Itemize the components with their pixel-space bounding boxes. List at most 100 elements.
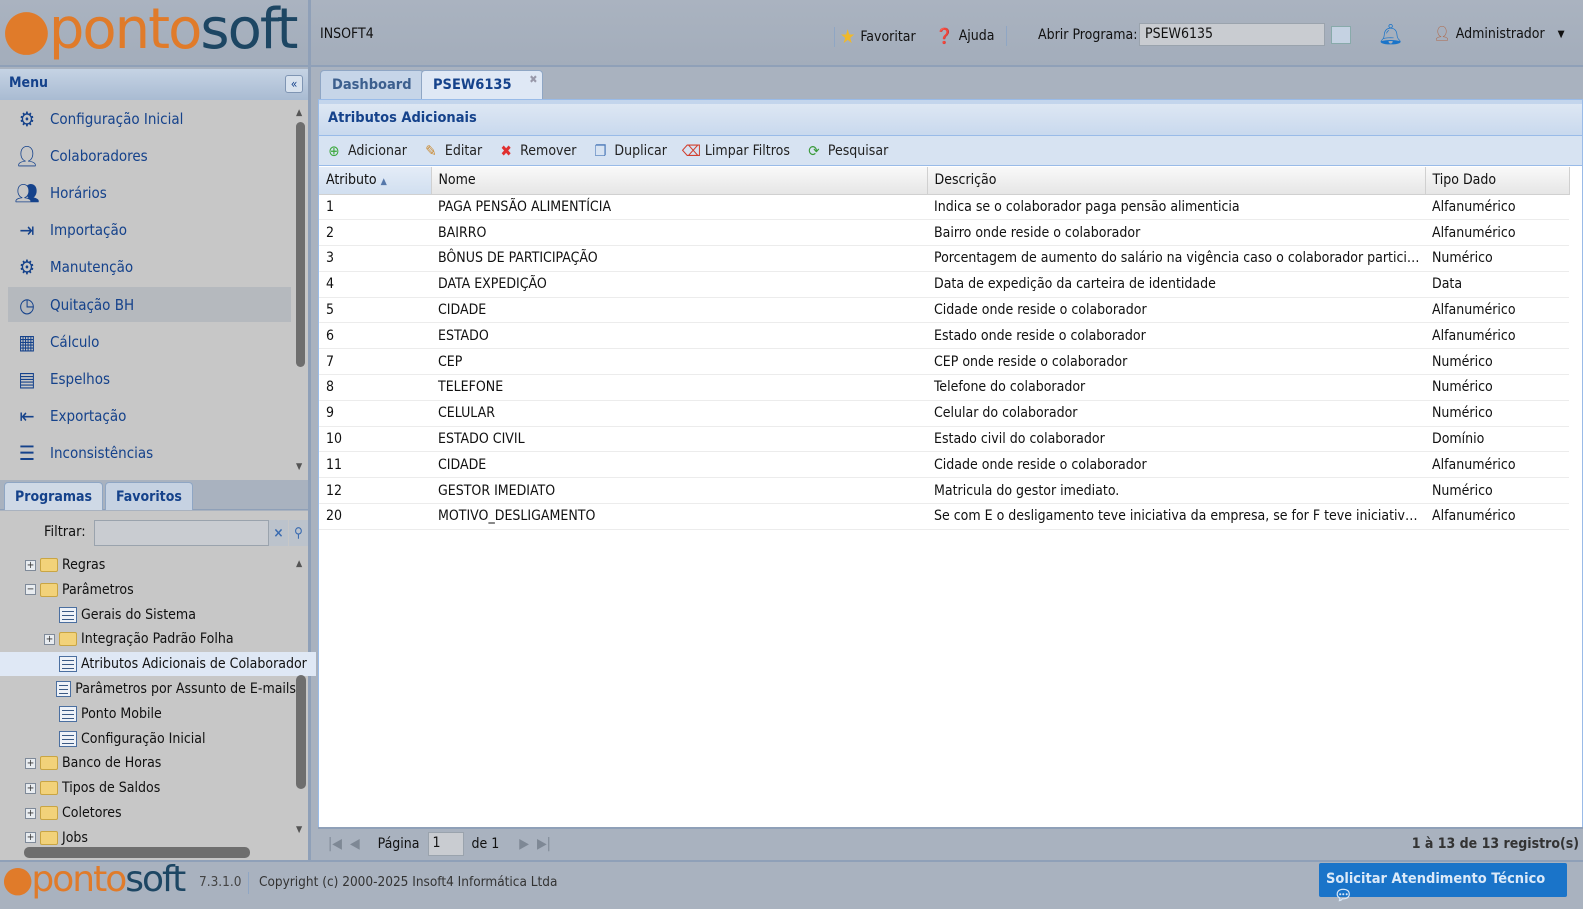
tree-item[interactable]: Atributos Adicionais de Colaborador	[0, 652, 316, 677]
expand-icon[interactable]: +	[44, 633, 55, 645]
table-row[interactable]: 2 BAIRRO Bairro onde reside o colaborador A…	[319, 219, 1569, 247]
editar-button[interactable]: ✎ Editar	[422, 142, 482, 160]
search-icon[interactable]: ⚲	[289, 520, 308, 546]
table-row[interactable]: 6 ESTADO Estado onde reside o colaborador A…	[319, 322, 1569, 350]
splitter[interactable]	[308, 0, 311, 860]
tree-scrollbar[interactable]	[296, 675, 306, 789]
solicitar-atendimento-button[interactable]: Solicitar Atendimento Técnico💬︎	[1319, 863, 1567, 904]
remover-button[interactable]: ✖ Remover	[497, 142, 577, 160]
table-cell: Cidade onde reside o colaborador	[927, 451, 1425, 479]
bell-icon[interactable]: 🔔︎	[1378, 22, 1403, 46]
tree-item[interactable]: + Coletores	[25, 801, 296, 825]
table-row[interactable]: 12 GESTOR IMEDIATO Matricula do gestor ime…	[319, 477, 1569, 505]
favoritar-button[interactable]: ★ Favoritar	[834, 26, 916, 48]
program-icon	[59, 730, 77, 747]
table-row[interactable]: 20 MOTIVO_DESLIGAMENTO Se com E o desligam…	[319, 503, 1569, 530]
tab-dashboard[interactable]: Dashboard	[320, 70, 424, 100]
user-icon: 👤︎	[14, 143, 40, 168]
export-icon: ⇤	[19, 404, 35, 429]
page-input[interactable]: 1	[427, 832, 464, 856]
table-row[interactable]: 9 CELULAR Celular do colaborador Numérico	[319, 400, 1569, 427]
ajuda-button[interactable]: ❓ Ajuda	[935, 26, 1007, 46]
duplicar-button[interactable]: ❐ Duplicar	[591, 142, 667, 160]
table-cell: 8	[319, 374, 431, 401]
clear-filter-icon[interactable]: ×	[269, 520, 288, 546]
tree-scroll-up-icon[interactable]: ▲	[296, 559, 302, 569]
table-cell: GESTOR IMEDIATO	[431, 477, 927, 505]
tab-psew6135[interactable]: PSEW6135 ✖	[421, 70, 543, 100]
table-row[interactable]: 10 ESTADO CIVIL Estado civil do colaborado…	[319, 426, 1569, 453]
table-cell: TELEFONE	[431, 374, 927, 401]
table-cell: Domínio	[1425, 426, 1569, 453]
table-row[interactable]: 1 PAGA PENSÃO ALIMENTÍCIA Indica se o cola…	[319, 194, 1569, 221]
program-tree: Filtrar: × ⚲ + Regras − Parâmetros Gerais do…	[0, 511, 316, 860]
tree-scroll-down-icon[interactable]: ▼	[296, 825, 302, 835]
table-row[interactable]: 3 BÔNUS DE PARTICIPAÇÃO Porcentagem de aum…	[319, 245, 1569, 272]
tree-item[interactable]: Configuração Inicial	[44, 727, 296, 751]
table-cell: Indica se o colaborador paga pensão alim…	[927, 194, 1425, 221]
tab-programas[interactable]: Programas	[4, 482, 103, 510]
table-row[interactable]: 8 TELEFONE Telefone do colaborador Numérico	[319, 374, 1569, 401]
tree-item[interactable]: − Parâmetros	[25, 578, 296, 602]
col-atributo[interactable]: Atributo ▲	[319, 167, 432, 195]
menu-item[interactable]: 👤︎ Colaboradores	[8, 138, 291, 173]
col-tipo-dado[interactable]: Tipo Dado	[1425, 167, 1570, 195]
table-row[interactable]: 7 CEP CEP onde reside o colaborador Numéric…	[319, 348, 1569, 376]
menu-item[interactable]: 👥︎ Horários	[8, 175, 291, 210]
menu-item[interactable]: ⇤ Exportação	[8, 399, 291, 434]
limpar-filtros-button[interactable]: ⌫ Limpar Filtros	[682, 142, 790, 160]
menu-item[interactable]: ⚙ Manutenção	[8, 250, 291, 285]
expand-icon[interactable]: +	[25, 782, 36, 794]
scroll-up-icon[interactable]: ▲	[296, 108, 302, 118]
table-cell: ESTADO CIVIL	[431, 426, 927, 453]
expand-icon[interactable]: +	[25, 807, 36, 819]
menu-item[interactable]: ▦ Cálculo	[8, 324, 291, 359]
menu-item[interactable]: ⚙ Configuração Inicial	[8, 101, 291, 136]
edit-icon: ✎	[425, 141, 437, 160]
top-header: ●pontosoft INSOFT4 ★ Favoritar ❓ Ajuda Abr…	[0, 0, 1583, 67]
abrir-programa-input[interactable]: PSEW6135	[1139, 23, 1325, 46]
tree-item[interactable]: + Integração Padrão Folha	[44, 627, 296, 651]
user-menu[interactable]: 👤︎ Administrador ▼	[1433, 26, 1565, 42]
scroll-down-icon[interactable]: ▼	[296, 462, 302, 472]
user-avatar-icon: 👤︎	[1433, 26, 1451, 42]
table-row[interactable]: 5 CIDADE Cidade onde reside o colaborador A…	[319, 297, 1569, 324]
adicionar-button[interactable]: ⊕ Adicionar	[325, 142, 407, 160]
menu-item[interactable]: ▤ Espelhos	[8, 361, 291, 396]
menu-item[interactable]: ☰ Inconsistências	[8, 436, 291, 471]
collapse-icon[interactable]: −	[25, 584, 36, 596]
tree-item[interactable]: Ponto Mobile	[44, 702, 296, 726]
tab-favoritos[interactable]: Favoritos	[105, 482, 193, 510]
filter-input[interactable]	[94, 520, 269, 546]
last-page-icon[interactable]: ▶|	[537, 836, 551, 852]
tree-item[interactable]: + Banco de Horas	[25, 751, 296, 775]
program-icon	[59, 606, 77, 623]
prev-page-icon[interactable]: ◀	[350, 836, 360, 852]
program-lookup-icon[interactable]	[1331, 26, 1351, 44]
folder-icon	[40, 781, 58, 796]
collapse-menu-button[interactable]: «	[285, 75, 303, 93]
next-page-icon[interactable]: ▶	[519, 836, 529, 852]
first-page-icon[interactable]: |◀	[328, 836, 342, 852]
expand-icon[interactable]: +	[25, 559, 36, 571]
tree-item[interactable]: Parâmetros por Assunto de E-mails	[44, 677, 296, 701]
tree-hscrollbar[interactable]	[24, 847, 250, 858]
table-cell: Cidade onde reside o colaborador	[927, 297, 1425, 324]
table-cell: CIDADE	[431, 451, 927, 479]
menu-item[interactable]: ⇥ Importação	[8, 213, 291, 248]
col-nome[interactable]: Nome	[431, 167, 928, 195]
col-descricao[interactable]: Descrição	[927, 167, 1426, 195]
table-cell: Alfanumérico	[1425, 219, 1569, 247]
table-row[interactable]: 4 DATA EXPEDIÇÃO Data de expedição da cart…	[319, 271, 1569, 298]
table-row[interactable]: 11 CIDADE Cidade onde reside o colaborador…	[319, 451, 1569, 479]
expand-icon[interactable]: +	[25, 757, 36, 769]
tree-item[interactable]: + Tipos de Saldos	[25, 776, 296, 800]
expand-icon[interactable]: +	[25, 832, 36, 844]
tree-item[interactable]: + Regras	[25, 553, 296, 577]
close-tab-icon[interactable]: ✖	[529, 73, 537, 86]
tree-item[interactable]: Gerais do Sistema	[44, 603, 296, 627]
menu-scrollbar[interactable]	[296, 122, 305, 367]
menu-item[interactable]: ◷ Quitação BH	[8, 287, 291, 322]
pesquisar-button[interactable]: ⟳ Pesquisar	[805, 142, 888, 160]
folder-icon	[40, 756, 58, 771]
